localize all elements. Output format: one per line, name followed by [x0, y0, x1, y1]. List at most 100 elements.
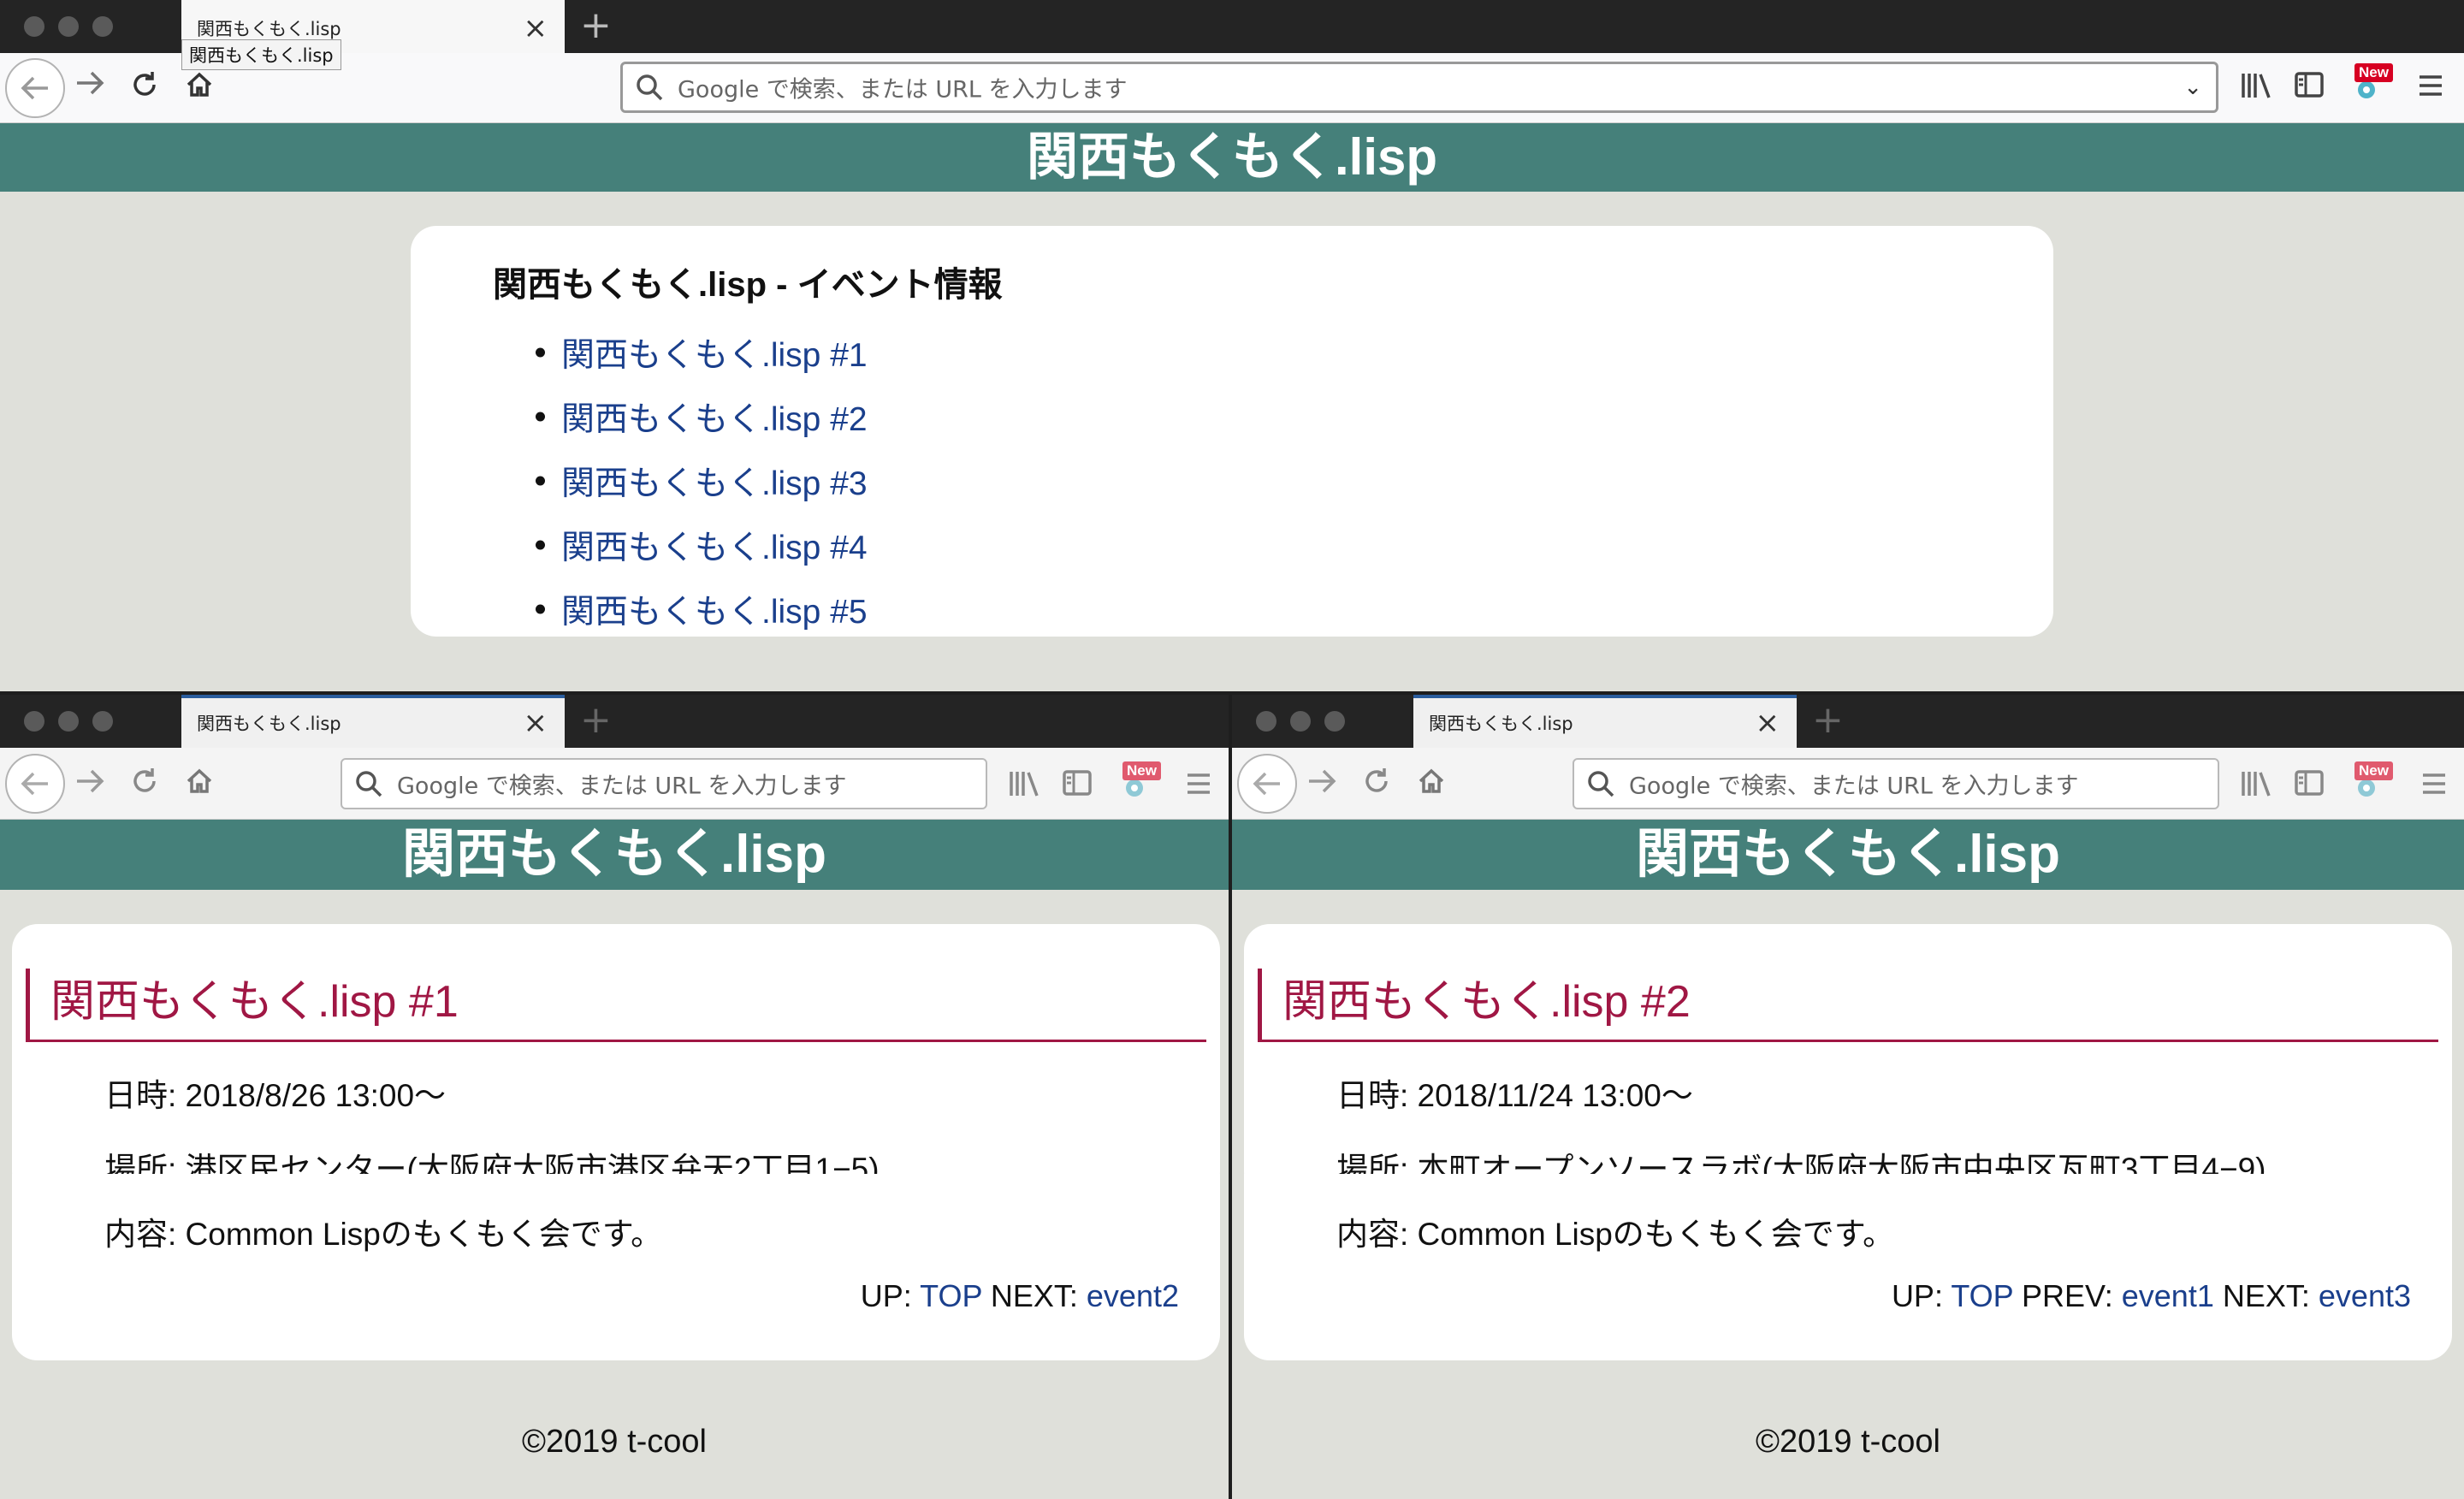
zoom-window-dot[interactable]	[1324, 711, 1345, 732]
active-tab[interactable]: 関西もくもく.lisp ×	[181, 695, 565, 748]
sidebar-button[interactable]	[2295, 770, 2324, 796]
site-title: 関西もくもく.lisp	[401, 825, 827, 884]
close-window-dot[interactable]	[24, 16, 44, 37]
event-detail-card: 関西もくもく.lisp #1 日時: 2018/8/26 13:00〜 場所: …	[12, 924, 1220, 1198]
library-button[interactable]	[2240, 770, 2271, 797]
reload-button[interactable]	[1362, 767, 1391, 796]
new-tab-icon[interactable]: +	[580, 7, 612, 44]
event-link-1[interactable]: 関西もくもく.lisp #1	[561, 329, 868, 376]
event-heading: 関西もくもく.lisp #2	[1258, 969, 2438, 1042]
reload-button[interactable]	[130, 70, 159, 99]
home-icon	[1419, 768, 1444, 793]
extension-button[interactable]: New	[1117, 761, 1161, 801]
hamburger-icon	[2420, 75, 2442, 96]
hamburger-icon	[2423, 773, 2445, 794]
tab-strip: 関西もくもく.lisp × +	[0, 0, 2464, 53]
back-button[interactable]	[1237, 754, 1297, 814]
window-controls	[24, 0, 113, 53]
sidebar-button[interactable]	[2295, 72, 2324, 98]
search-icon	[1588, 771, 1614, 797]
tab-title: 関西もくもく.lisp	[1429, 714, 1573, 734]
url-placeholder: Google で検索、または URL を入力します	[678, 76, 1128, 104]
next-link[interactable]: event3	[2319, 1278, 2411, 1313]
close-tab-icon[interactable]: ×	[524, 708, 548, 738]
sidebar-button[interactable]	[1063, 770, 1092, 796]
event-nav: UP: TOP NEXT: event2	[861, 1278, 1179, 1314]
site-header: 関西もくもく.lisp	[0, 820, 1229, 890]
up-label: UP:	[1891, 1278, 1943, 1313]
sidebar-icon	[2295, 72, 2324, 98]
top-link[interactable]: TOP	[920, 1278, 982, 1313]
url-placeholder: Google で検索、または URL を入力します	[1629, 773, 2079, 800]
event-datetime: 日時: 2018/8/26 13:00〜	[104, 1078, 447, 1113]
event-detail-card: 関西もくもく.lisp #2 日時: 2018/11/24 13:00〜 場所:…	[1244, 924, 2452, 1198]
forward-button[interactable]	[75, 70, 104, 96]
zoom-window-dot[interactable]	[92, 16, 113, 37]
event-heading: 関西もくもく.lisp #1	[26, 969, 1206, 1042]
back-arrow-icon	[21, 772, 48, 796]
event-title: 関西もくもく.lisp #2	[1282, 977, 1691, 1027]
close-window-dot[interactable]	[24, 711, 44, 732]
forward-button[interactable]	[1307, 768, 1336, 794]
tab-strip: 関西もくもく.lisp × +	[0, 695, 1229, 748]
home-button[interactable]	[185, 767, 214, 796]
event-link-5[interactable]: 関西もくもく.lisp #5	[561, 585, 868, 633]
url-bar[interactable]: Google で検索、または URL を入力します	[341, 758, 987, 809]
right-browser-window: 関西もくもく.lisp × + Google で検索、または URL を入力しま…	[1232, 695, 2464, 1499]
library-button[interactable]	[1008, 770, 1039, 797]
home-button[interactable]	[185, 70, 214, 99]
event-link-3[interactable]: 関西もくもく.lisp #3	[561, 457, 868, 505]
site-title: 関西もくもく.lisp	[1026, 128, 1438, 186]
next-label: NEXT:	[2222, 1278, 2310, 1313]
library-button[interactable]	[2240, 72, 2271, 99]
minimize-window-dot[interactable]	[1290, 711, 1311, 732]
left-browser-window: 関西もくもく.lisp × + Google で検索、または URL を入力しま…	[0, 695, 1229, 1499]
close-window-dot[interactable]	[1256, 711, 1276, 732]
new-tab-icon[interactable]: +	[1812, 702, 1844, 739]
reload-button[interactable]	[130, 767, 159, 796]
navigation-toolbar: Google で検索、または URL を入力します New	[1232, 748, 2464, 820]
menu-button[interactable]	[2421, 772, 2447, 796]
event-link-2[interactable]: 関西もくもく.lisp #2	[561, 393, 868, 441]
next-label: NEXT:	[990, 1278, 1078, 1313]
window-controls	[24, 695, 113, 748]
reload-icon	[133, 768, 156, 792]
top-link[interactable]: TOP	[1951, 1278, 2013, 1313]
back-arrow-icon	[1253, 772, 1280, 796]
library-icon	[2242, 772, 2271, 797]
new-tab-icon[interactable]: +	[580, 702, 612, 739]
extension-button[interactable]: New	[2349, 761, 2393, 801]
copyright: ©2019 t-cool	[521, 1424, 707, 1460]
back-button[interactable]	[5, 58, 65, 118]
home-button[interactable]	[1417, 767, 1446, 796]
next-link[interactable]: event2	[1087, 1278, 1179, 1313]
top-browser-window: 関西もくもく.lisp × + 関西もくもく.lisp Google で検索、ま…	[0, 0, 2464, 691]
zoom-window-dot[interactable]	[92, 711, 113, 732]
back-button[interactable]	[5, 754, 65, 814]
home-icon	[187, 72, 212, 97]
event-detail-card-lower: 内容: Common Lispのもくもく会です。 UP: TOP PREV: e…	[1244, 1174, 2452, 1360]
search-icon	[356, 771, 382, 797]
url-bar[interactable]: Google で検索、または URL を入力します	[1573, 758, 2219, 809]
chevron-down-icon[interactable]: ⌄	[2183, 74, 2202, 100]
menu-button[interactable]	[1186, 772, 1211, 796]
close-tab-icon[interactable]: ×	[1756, 708, 1780, 738]
site-header: 関西もくもく.lisp	[0, 123, 2464, 192]
prev-link[interactable]: event1	[2122, 1278, 2214, 1313]
menu-button[interactable]	[2418, 74, 2443, 98]
new-badge: New	[2354, 761, 2393, 780]
event-link-4[interactable]: 関西もくもく.lisp #4	[561, 521, 868, 569]
event-detail-card-lower: 内容: Common Lispのもくもく会です。 UP: TOP NEXT: e…	[12, 1174, 1220, 1360]
url-placeholder: Google で検索、または URL を入力します	[397, 773, 847, 800]
close-tab-icon[interactable]: ×	[524, 14, 548, 43]
library-icon	[1010, 772, 1039, 797]
url-bar[interactable]: Google で検索、または URL を入力します ⌄	[620, 62, 2218, 113]
active-tab[interactable]: 関西もくもく.lisp ×	[1413, 695, 1797, 748]
sidebar-icon	[2295, 770, 2324, 796]
new-badge: New	[2354, 63, 2393, 82]
forward-button[interactable]	[75, 768, 104, 794]
minimize-window-dot[interactable]	[58, 711, 79, 732]
extension-button[interactable]: New	[2349, 63, 2393, 103]
reload-icon	[1365, 768, 1388, 792]
minimize-window-dot[interactable]	[58, 16, 79, 37]
